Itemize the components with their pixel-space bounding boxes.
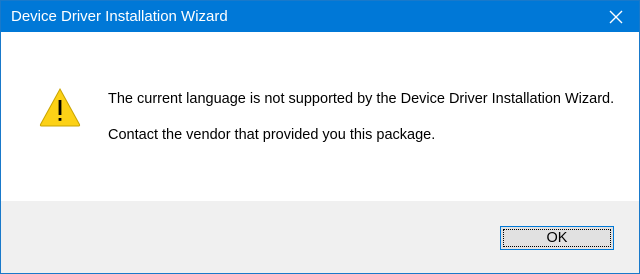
message-line-1: The current language is not supported by… <box>108 91 615 107</box>
window-title: Device Driver Installation Wizard <box>11 8 228 25</box>
warning-icon <box>39 87 81 127</box>
dialog-window: Device Driver Installation Wizard The cu… <box>0 0 640 274</box>
title-bar: Device Driver Installation Wizard <box>1 1 639 32</box>
close-icon <box>609 10 623 24</box>
dialog-content: The current language is not supported by… <box>1 32 639 201</box>
close-button[interactable] <box>593 1 639 32</box>
message-text: The current language is not supported by… <box>108 90 628 144</box>
message-line-2: Contact the vendor that provided you thi… <box>108 127 436 143</box>
button-bar: OK <box>1 201 639 273</box>
ok-button[interactable]: OK <box>500 226 614 250</box>
